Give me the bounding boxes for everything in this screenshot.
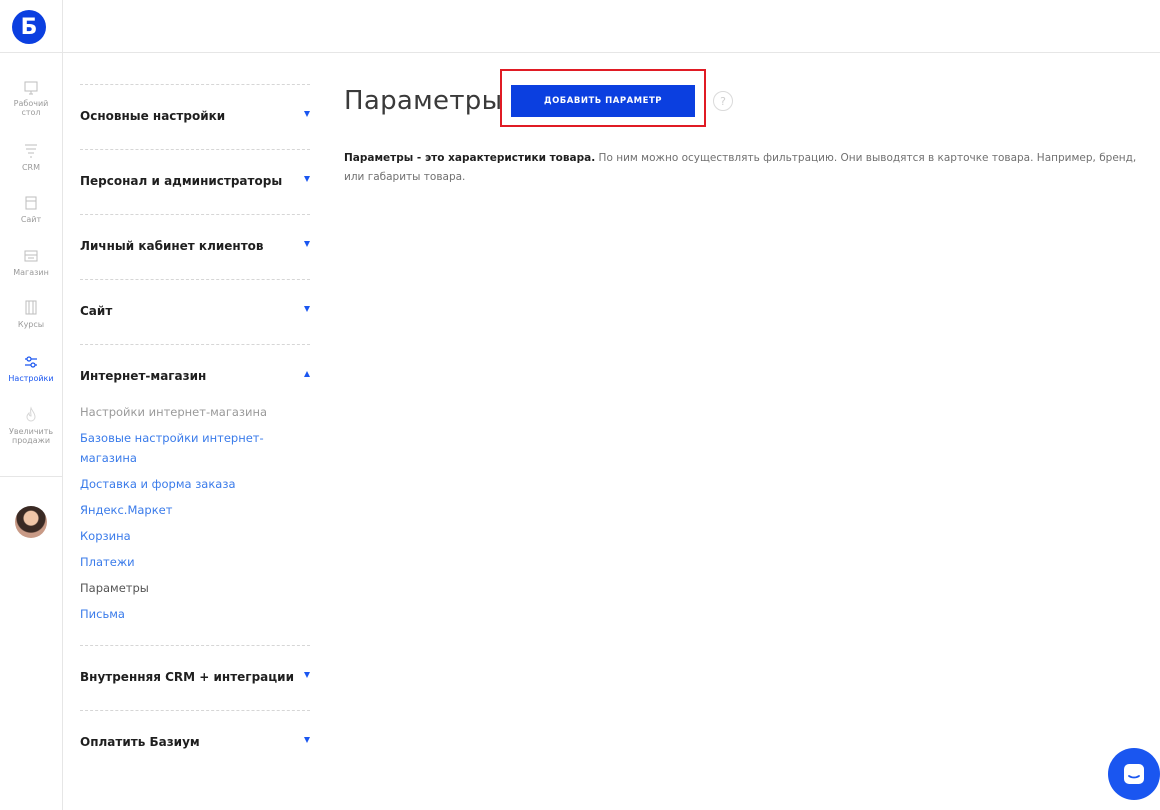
- sliders-icon: [25, 356, 37, 368]
- rail-label: Курсы: [17, 320, 45, 329]
- settings-sidebar-lower: Внутренняя CRM + интеграции Оплатить Баз…: [80, 645, 310, 775]
- rail-label: Сайт: [20, 215, 42, 224]
- description-bold: Параметры - это характеристики товара.: [344, 152, 596, 164]
- page-description: Параметры - это характеристики товара. П…: [344, 149, 1149, 187]
- rail-item-crm[interactable]: CRM: [0, 142, 62, 172]
- header-divider: [62, 52, 1160, 53]
- chevron-down-icon: [304, 672, 310, 678]
- chevron-up-icon: [304, 371, 310, 377]
- rail-item-settings[interactable]: Настройки: [0, 353, 62, 383]
- left-rail: Б Рабочий стол CRM Сайт Магазин Курсы На…: [0, 0, 63, 810]
- sidebar-section-main[interactable]: Основные настройки: [80, 84, 310, 149]
- chevron-down-icon: [304, 306, 310, 312]
- chevron-down-icon: [304, 111, 310, 117]
- rail-item-sales[interactable]: Увеличить продажи: [0, 406, 62, 445]
- rail-item-site[interactable]: Сайт: [0, 194, 62, 224]
- submenu-item[interactable]: Базовые настройки интернет-магазина: [80, 425, 290, 471]
- grid-icon: [25, 300, 37, 315]
- section-title: Личный кабинет клиентов: [80, 239, 264, 253]
- section-title: Основные настройки: [80, 109, 226, 123]
- pages-icon: [25, 196, 37, 210]
- submenu-item-current[interactable]: Параметры: [80, 575, 290, 601]
- shop-submenu: Настройки интернет-магазина Базовые наст…: [80, 399, 290, 627]
- monitor-icon: [24, 81, 38, 95]
- page-title: Параметры: [344, 86, 503, 116]
- help-icon[interactable]: ?: [713, 91, 733, 111]
- sidebar-section-crm[interactable]: Внутренняя CRM + интеграции: [80, 645, 310, 710]
- funnel-icon: [25, 144, 37, 158]
- rail-divider: [0, 52, 62, 53]
- chevron-down-icon: [304, 737, 310, 743]
- chat-button[interactable]: [1108, 748, 1160, 800]
- rail-label: Рабочий стол: [13, 99, 49, 117]
- sidebar-section-site[interactable]: Сайт: [80, 279, 310, 344]
- section-title: Внутренняя CRM + интеграции: [80, 670, 294, 684]
- chat-icon: [1124, 764, 1144, 784]
- rail-divider: [0, 476, 62, 477]
- submenu-item[interactable]: Доставка и форма заказа: [80, 471, 290, 497]
- settings-sidebar: Основные настройки Персонал и администра…: [80, 84, 310, 409]
- rail-label: Магазин: [13, 268, 49, 277]
- chevron-down-icon: [304, 241, 310, 247]
- add-parameter-button[interactable]: ДОБАВИТЬ ПАРАМЕТР: [511, 85, 695, 117]
- rail-item-desktop[interactable]: Рабочий стол: [0, 80, 62, 117]
- rail-label: Увеличить продажи: [9, 427, 54, 445]
- submenu-item[interactable]: Настройки интернет-магазина: [80, 399, 290, 425]
- avatar[interactable]: [15, 506, 47, 538]
- rail-label: Настройки: [8, 374, 54, 383]
- submenu-item[interactable]: Платежи: [80, 549, 290, 575]
- submenu-item[interactable]: Яндекс.Маркет: [80, 497, 290, 523]
- shop-icon: [24, 250, 38, 262]
- submenu-item[interactable]: Корзина: [80, 523, 290, 549]
- sidebar-section-billing[interactable]: Оплатить Базиум: [80, 710, 310, 775]
- logo[interactable]: Б: [12, 10, 46, 44]
- section-title: Интернет-магазин: [80, 369, 207, 383]
- section-title: Оплатить Базиум: [80, 735, 200, 749]
- sidebar-section-cabinet[interactable]: Личный кабинет клиентов: [80, 214, 310, 279]
- rail-item-shop[interactable]: Магазин: [0, 247, 62, 277]
- section-title: Сайт: [80, 304, 113, 318]
- rail-item-courses[interactable]: Курсы: [0, 299, 62, 329]
- submenu-item[interactable]: Письма: [80, 601, 290, 627]
- rail-label: CRM: [21, 163, 41, 172]
- sidebar-section-staff[interactable]: Персонал и администраторы: [80, 149, 310, 214]
- flame-icon: [26, 406, 36, 422]
- chevron-down-icon: [304, 176, 310, 182]
- section-title: Персонал и администраторы: [80, 174, 283, 188]
